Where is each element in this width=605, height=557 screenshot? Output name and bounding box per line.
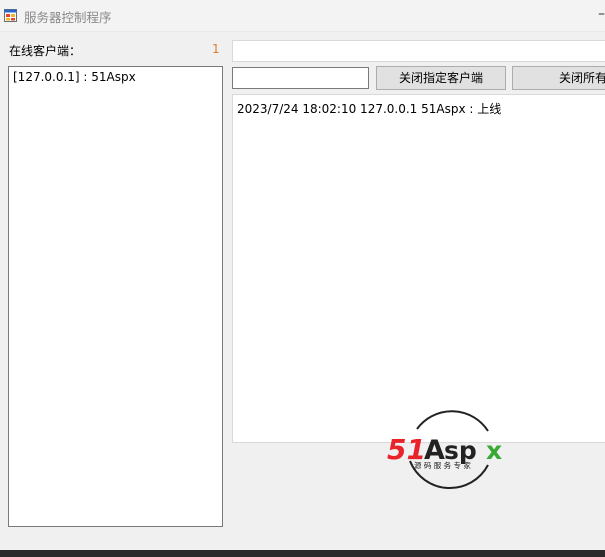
app-window-icon (4, 9, 17, 22)
client-list-item[interactable]: [127.0.0.1] : 51Aspx (13, 70, 136, 84)
online-clients-count: 1 (212, 42, 220, 56)
message-log[interactable]: 2023/7/24 18:02:10 127.0.0.1 51Aspx : 上线 (232, 94, 605, 443)
client-name-input[interactable] (232, 67, 369, 89)
watermark-tagline: 源 码 服 务 专 家 (414, 460, 471, 470)
watermark-brand-x: x (486, 436, 502, 465)
minimize-button[interactable]: – (591, 0, 605, 31)
address-input[interactable] (232, 40, 605, 62)
online-clients-label: 在线客户端： (9, 44, 82, 58)
watermark-logo: 51 A sp x 源 码 服 务 专 家 (387, 410, 502, 489)
close-selected-client-button[interactable]: 关闭指定客户端 (376, 66, 506, 90)
window-title: 服务器控制程序 (24, 10, 112, 25)
close-all-clients-button[interactable]: 关闭所有 (512, 66, 605, 90)
title-bar: 服务器控制程序 – (0, 0, 605, 32)
client-list[interactable]: [127.0.0.1] : 51Aspx (8, 66, 223, 527)
log-line: 2023/7/24 18:02:10 127.0.0.1 51Aspx : 上线 (237, 102, 502, 116)
taskbar-strip (0, 550, 605, 557)
